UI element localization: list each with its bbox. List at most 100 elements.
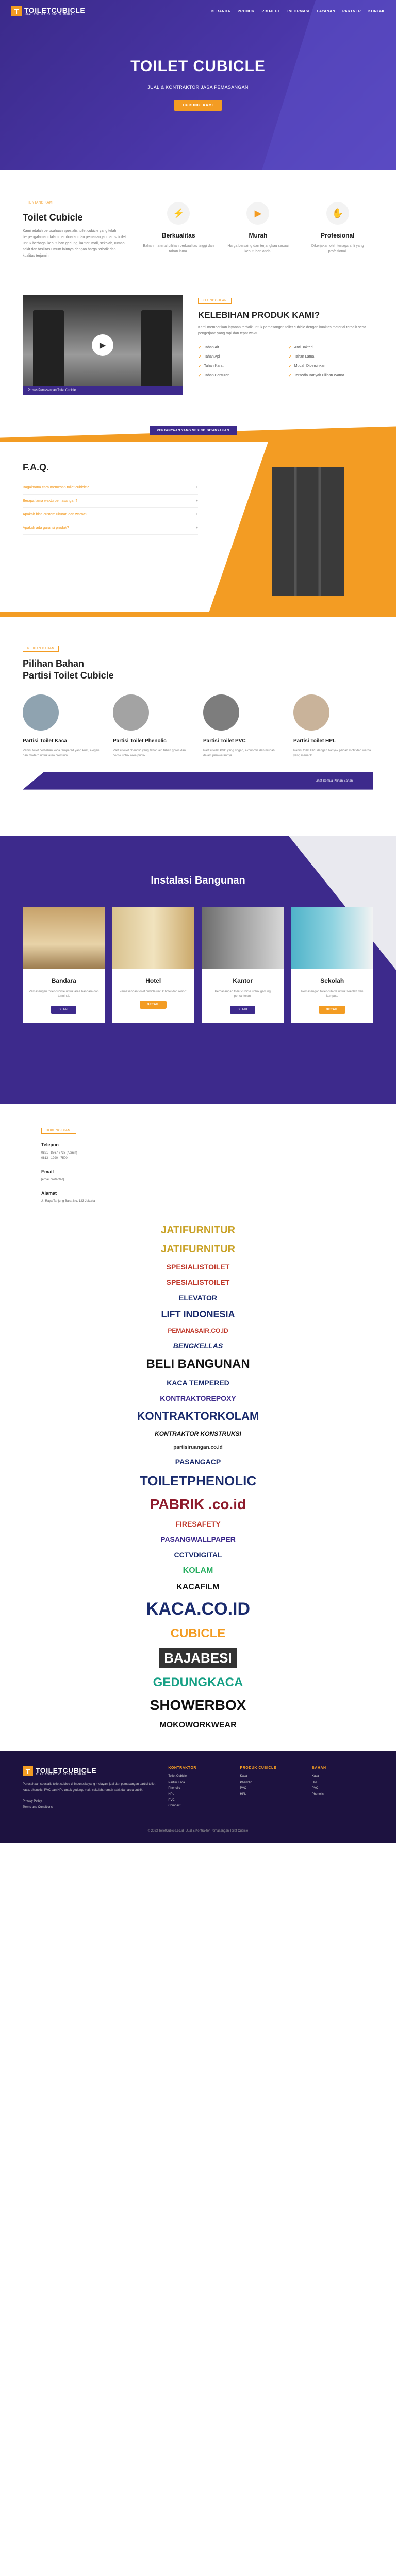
advantage-item: ✔ Tahan Air xyxy=(198,345,219,350)
material-card[interactable]: Partisi Toilet HPL Partisi toilet HPL de… xyxy=(293,694,373,758)
footer-link[interactable]: Kaca xyxy=(240,1774,302,1780)
navbar: T TOILETCUBICLE JUAL TOILET CUBICLE MURA… xyxy=(0,0,396,23)
partner-logo[interactable]: PABRIK .co.id xyxy=(150,1496,246,1513)
partner-logo[interactable]: FIRESAFETY xyxy=(175,1520,220,1528)
partner-logo[interactable]: KOLAM xyxy=(183,1566,213,1575)
installation-card: Kantor Pemasangan toilet cubicle untuk g… xyxy=(202,907,284,1023)
partner-logo[interactable]: KACA.CO.ID xyxy=(146,1599,250,1619)
view-all-materials-link[interactable]: Lihat Semua Pilihan Bahan xyxy=(316,779,353,783)
nav-item-informasi[interactable]: INFORMASI xyxy=(287,10,309,13)
partner-logo[interactable]: PASANGWALLPAPER xyxy=(160,1535,236,1544)
email-link[interactable]: [email protected] xyxy=(41,1177,373,1182)
partner-logo[interactable]: CCTVDIGITAL xyxy=(174,1551,222,1559)
partner-logo[interactable]: PASANGACP xyxy=(175,1458,221,1466)
footer-link[interactable]: PVC xyxy=(240,1786,302,1791)
material-text: Partisi toilet phenolic yang tahan air, … xyxy=(113,749,186,758)
feature-text: Dikerjakan oleh tenaga ahli yang profesi… xyxy=(311,244,364,254)
nav-item-partner[interactable]: PARTNER xyxy=(342,10,361,13)
partner-logo[interactable]: TOILETPHENOLIC xyxy=(140,1473,256,1489)
footer-link[interactable]: HPL xyxy=(312,1780,373,1786)
partner-logo[interactable]: PEMANASAIR.CO.ID xyxy=(168,1327,228,1334)
nav-item-project[interactable]: PROJECT xyxy=(262,10,280,13)
privacy-link[interactable]: Privacy Policy xyxy=(23,1799,158,1804)
faq-item[interactable]: Apakah bisa custom ukuran dan warna? + xyxy=(23,508,198,522)
installation-title: Instalasi Bangunan xyxy=(151,874,245,886)
material-title: Partisi Toilet Kaca xyxy=(23,738,67,744)
partner-logo[interactable]: partisiruangan.co.id xyxy=(173,1445,223,1450)
footer-logo[interactable]: T TOILETCUBICLE JUAL TOILET CUBICLE MURA… xyxy=(23,1766,158,1777)
detail-button[interactable]: DETAIL xyxy=(319,1005,346,1014)
partner-logo[interactable]: SPESIALISTOILET xyxy=(167,1263,230,1271)
partner-logos: JATIFURNITUR JATIFURNITUR SPESIALISTOILE… xyxy=(0,1214,396,1751)
installation-card-title: Kantor xyxy=(233,977,253,985)
partner-logo[interactable]: BENGKELLAS xyxy=(173,1342,223,1350)
material-card[interactable]: Partisi Toilet Phenolic Partisi toilet p… xyxy=(113,694,193,758)
nav-item-layanan[interactable]: LAYANAN xyxy=(317,10,335,13)
partner-logo[interactable]: SHOWERBOX xyxy=(150,1697,246,1714)
partner-logo[interactable]: BAJABESI xyxy=(159,1648,237,1669)
terms-link[interactable]: Terms and Conditions xyxy=(23,1805,158,1810)
faq-item[interactable]: Apakah ada garansi produk? + xyxy=(23,521,198,535)
partner-logo[interactable]: BELI BANGUNAN xyxy=(146,1357,250,1371)
material-card[interactable]: Partisi Toilet PVC Partisi toilet PVC ya… xyxy=(203,694,283,758)
footer-link[interactable]: HPL xyxy=(240,1792,302,1798)
footer-link[interactable]: Partisi Kaca xyxy=(168,1780,229,1786)
footer-col-bahan: BAHAN Kaca HPL PVC Phenolic xyxy=(312,1766,373,1810)
installation-section: Instalasi Bangunan Bandara Pemasangan to… xyxy=(0,836,396,1104)
material-text: Partisi toilet HPL dengan banyak pilihan… xyxy=(293,749,371,758)
partner-logo[interactable]: MOKOWORKWEAR xyxy=(159,1721,236,1730)
logo[interactable]: T TOILETCUBICLE JUAL TOILET CUBICLE MURA… xyxy=(11,6,85,16)
detail-button[interactable]: DETAIL xyxy=(230,1005,256,1014)
footer-link[interactable]: Toilet Cubicle xyxy=(168,1774,229,1780)
partner-logo[interactable]: GEDUNGKACA xyxy=(153,1675,243,1690)
installation-card-text: Pemasangan toilet cubicle untuk sekolah … xyxy=(301,990,364,998)
advantages-section: ▶ Proses Pemasangan Toilet Cubicle KEUNG… xyxy=(0,279,396,405)
address-label: Alamat xyxy=(41,1191,57,1196)
detail-button[interactable]: DETAIL xyxy=(51,1005,77,1014)
footer-link[interactable]: PVC xyxy=(168,1798,229,1803)
nav-item-beranda[interactable]: BERANDA xyxy=(211,10,230,13)
nav-item-produk[interactable]: PRODUK xyxy=(238,10,255,13)
partner-logo[interactable]: KACA TEMPERED xyxy=(167,1379,229,1387)
phone-number[interactable]: 0821 - 8867 7733 (Admin) xyxy=(41,1150,373,1156)
footer-link[interactable]: PVC xyxy=(312,1786,373,1791)
partner-logo[interactable]: JATIFURNITUR xyxy=(161,1225,235,1236)
footer-link[interactable]: Compact xyxy=(168,1803,229,1809)
footer-about-text: Perusahaan spesialis toilet cubicle di I… xyxy=(23,1783,156,1792)
installation-image xyxy=(112,907,194,969)
partner-logo[interactable]: CUBICLE xyxy=(171,1626,226,1641)
play-icon[interactable]: ▶ xyxy=(92,334,113,356)
partner-logo[interactable]: LIFT INDONESIA xyxy=(161,1309,235,1320)
partner-logo[interactable]: ELEVATOR xyxy=(179,1294,217,1302)
material-title: Partisi Toilet Phenolic xyxy=(113,738,167,744)
footer-link[interactable]: HPL xyxy=(168,1792,229,1798)
partner-logo[interactable]: KACAFILM xyxy=(176,1583,220,1592)
phone-number[interactable]: 0813 - 1990 - 7500 xyxy=(41,1156,373,1161)
email-label: Email xyxy=(41,1169,54,1175)
advantage-item: ✔ Tahan Benturan xyxy=(198,373,230,378)
material-card[interactable]: Partisi Toilet Kaca Partisi toilet berba… xyxy=(23,694,103,758)
partner-logo[interactable]: JATIFURNITUR xyxy=(161,1244,235,1256)
partner-logo[interactable]: SPESIALISTOILET xyxy=(167,1278,230,1286)
partner-logo[interactable]: KONTRAKTOR KONSTRUKSI xyxy=(155,1430,241,1437)
partner-logo[interactable]: KONTRAKTOREPOXY xyxy=(160,1394,236,1402)
footer: T TOILETCUBICLE JUAL TOILET CUBICLE MURA… xyxy=(0,1751,396,1843)
material-title: Partisi Toilet PVC xyxy=(203,738,246,744)
partner-logo[interactable]: KONTRAKTORKOLAM xyxy=(137,1410,259,1423)
nav-item-kontak[interactable]: KONTAK xyxy=(368,10,385,13)
installation-card: Sekolah Pemasangan toilet cubicle untuk … xyxy=(291,907,373,1023)
footer-link[interactable]: Kaca xyxy=(312,1774,373,1780)
check-icon: ✔ xyxy=(198,364,202,369)
section-tag: HUBUNGI KAMI xyxy=(41,1127,77,1134)
footer-link[interactable]: Phenolic xyxy=(312,1792,373,1798)
footer-link[interactable]: Phenolic xyxy=(168,1786,229,1791)
detail-button[interactable]: DETAIL xyxy=(140,1001,167,1009)
hero-cta-button[interactable]: HUBUNGI KAMI xyxy=(173,100,223,111)
video-player[interactable]: ▶ Proses Pemasangan Toilet Cubicle xyxy=(23,295,183,396)
installation-card: Bandara Pemasangan toilet cubicle untuk … xyxy=(23,907,105,1023)
footer-link[interactable]: Phenolic xyxy=(240,1780,302,1786)
faq-item[interactable]: Berapa lama waktu pemasangan? + xyxy=(23,495,198,509)
material-image xyxy=(203,694,239,731)
faq-item[interactable]: Bagaimana cara memesan toilet cubicle? + xyxy=(23,481,198,495)
footer-about: T TOILETCUBICLE JUAL TOILET CUBICLE MURA… xyxy=(23,1766,158,1810)
